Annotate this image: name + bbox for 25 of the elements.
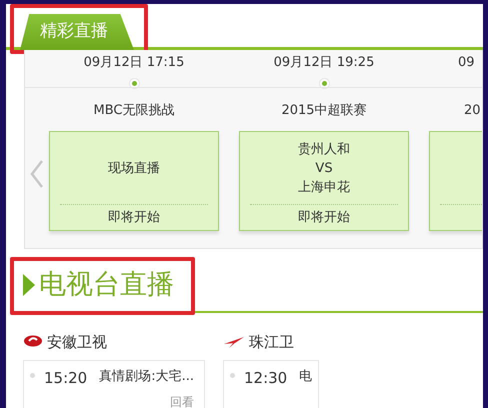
- program-name: 真情剧场:大宅...: [99, 368, 194, 386]
- status-label: 即将开始: [298, 210, 350, 225]
- date-label: 09月12日 17:15: [84, 54, 184, 72]
- program-title: MBC无限挑战: [94, 102, 174, 120]
- date-label: 09: [458, 54, 476, 72]
- channel-logo-icon: [23, 335, 43, 349]
- channel-name: 珠江卫: [249, 332, 294, 353]
- card-text: 现场直播: [108, 160, 160, 178]
- channel-name: 安徽卫视: [47, 332, 107, 353]
- program-card[interactable]: 贵州人和 VS 上海申花 即将开始: [239, 131, 409, 231]
- program-card[interactable]: 现场直播 即将开始: [49, 131, 219, 231]
- program-time: 15:20: [44, 368, 88, 389]
- status-label: 即将开始: [108, 210, 160, 225]
- program-time: 12:30: [244, 368, 288, 389]
- program-title: 2015中超联赛: [281, 102, 367, 120]
- date-label: 09月12日 19:25: [274, 54, 374, 72]
- channel-logo-icon: [223, 335, 245, 349]
- section-heading: 电视台直播: [39, 271, 174, 298]
- program-name: 电: [299, 368, 312, 386]
- card-text: 贵州人和: [298, 140, 350, 158]
- play-icon: [22, 272, 36, 296]
- card-text: VS: [315, 160, 333, 178]
- chevron-left-icon[interactable]: [30, 160, 44, 188]
- card-text: 上海申花: [298, 178, 350, 196]
- program-title: 20: [464, 102, 482, 120]
